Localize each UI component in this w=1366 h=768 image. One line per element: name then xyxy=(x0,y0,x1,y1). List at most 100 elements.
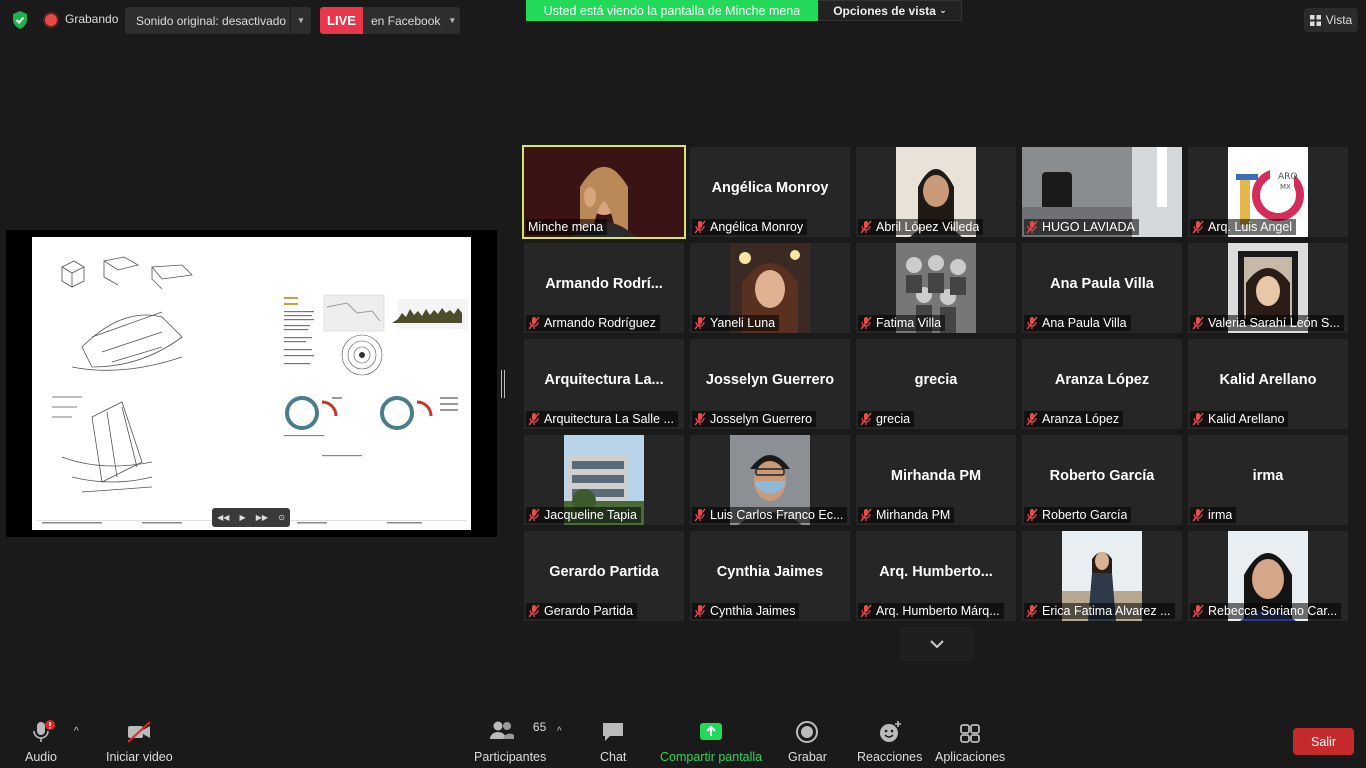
participant-tile[interactable]: ARQ MX Arq. Luis Angel xyxy=(1188,147,1348,237)
participant-tile[interactable]: Gerardo Partida Gerardo Partida xyxy=(524,531,684,621)
participant-name: Minche mena xyxy=(528,220,604,234)
participant-name: Yaneli Luna xyxy=(710,316,776,330)
participant-tile[interactable]: Abril López Villeda xyxy=(856,147,1016,237)
muted-mic-icon xyxy=(1192,604,1204,618)
participant-name-badge: Luis Carlos Franco Ec... xyxy=(692,507,848,523)
participant-display-name: Angélica Monroy xyxy=(711,180,829,196)
muted-mic-icon xyxy=(1026,220,1038,234)
participant-display-name: Mirhanda PM xyxy=(890,468,982,484)
participant-name: Cynthia Jaimes xyxy=(710,604,796,618)
chat-button[interactable]: Chat xyxy=(600,720,626,764)
participant-display-name: Gerardo Partida xyxy=(549,564,659,580)
participant-tile[interactable]: Ana Paula Villa Ana Paula Villa xyxy=(1022,243,1182,333)
participant-name: Fatima Villa xyxy=(876,316,942,330)
participant-name-badge: Angélica Monroy xyxy=(692,219,808,235)
muted-mic-icon xyxy=(1026,604,1038,618)
participant-tile[interactable]: irma irma xyxy=(1188,435,1348,525)
participant-tile[interactable]: Valeria Sarahí León S... xyxy=(1188,243,1348,333)
muted-mic-icon xyxy=(860,316,872,330)
participant-tile[interactable]: Armando Rodrí... Armando Rodríguez xyxy=(524,243,684,333)
chevron-down-icon: ⌄ xyxy=(939,5,947,15)
participant-name: Ana Paula Villa xyxy=(1042,316,1127,330)
reactions-label: Reacciones xyxy=(857,750,923,764)
live-target-button[interactable]: en Facebook ▼ xyxy=(363,7,460,34)
participant-tile[interactable]: Fatima Villa xyxy=(856,243,1016,333)
play-icon[interactable]: ▶ xyxy=(240,513,246,522)
rewind-icon[interactable]: ◀◀ xyxy=(217,513,229,522)
share-screen-button[interactable]: Compartir pantalla xyxy=(660,720,762,764)
leave-button[interactable]: Salir xyxy=(1293,728,1354,755)
participant-name: Arquitectura La Salle ... xyxy=(544,412,674,426)
participant-tile[interactable]: Yaneli Luna xyxy=(690,243,850,333)
participant-display-name: Kalid Arellano xyxy=(1219,372,1317,388)
view-options-button[interactable]: Opciones de vista ⌄ xyxy=(818,0,962,21)
participant-tile[interactable]: Arq. Humberto... Arq. Humberto Márq... xyxy=(856,531,1016,621)
next-page-button[interactable] xyxy=(900,627,974,661)
participant-name-badge: Aranza López xyxy=(1024,411,1124,427)
participant-name-badge: HUGO LAVIADA xyxy=(1024,219,1139,235)
participant-display-name: Roberto García xyxy=(1049,468,1155,484)
participant-tile[interactable]: Luis Carlos Franco Ec... xyxy=(690,435,850,525)
participant-tile[interactable]: Kalid Arellano Kalid Arellano xyxy=(1188,339,1348,429)
original-sound-button[interactable]: Sonido original: desactivado ▼ xyxy=(125,7,311,34)
chevron-up-icon[interactable]: ^ xyxy=(74,726,79,737)
participant-name-badge: Kalid Arellano xyxy=(1190,411,1289,427)
participant-name-badge: Arquitectura La Salle ... xyxy=(526,411,678,427)
participant-tile[interactable]: Arquitectura La... Arquitectura La Salle … xyxy=(524,339,684,429)
muted-mic-icon xyxy=(694,316,706,330)
participant-name: Roberto García xyxy=(1042,508,1128,522)
settings-icon[interactable]: ⊙ xyxy=(278,513,285,522)
muted-mic-icon xyxy=(1026,508,1038,522)
viewing-name: Minche mena xyxy=(725,3,801,18)
participant-name-badge: Josselyn Guerrero xyxy=(692,411,817,427)
participant-name: Abril López Villeda xyxy=(876,220,980,234)
chat-label: Chat xyxy=(600,750,627,764)
slide-playback-controls[interactable]: ◀◀ ▶ ▶▶ ⊙ xyxy=(212,508,290,527)
fast-forward-icon[interactable]: ▶▶ xyxy=(256,513,268,522)
reactions-button[interactable]: Reacciones xyxy=(857,720,922,764)
chevron-up-icon[interactable]: ^ xyxy=(557,726,562,737)
participants-button[interactable]: 65 Participantes xyxy=(474,720,546,764)
participant-tile[interactable]: HUGO LAVIADA xyxy=(1022,147,1182,237)
participant-tile[interactable]: Erica Fatima Alvarez ... xyxy=(1022,531,1182,621)
split-view-resize-handle[interactable] xyxy=(501,370,505,398)
participant-name: Valeria Sarahí León S... xyxy=(1208,316,1340,330)
video-off-icon xyxy=(127,721,152,743)
participant-tile[interactable]: Cynthia Jaimes Cynthia Jaimes xyxy=(690,531,850,621)
participant-display-name: Aranza López xyxy=(1054,372,1150,388)
chevron-down-icon[interactable]: ▼ xyxy=(290,7,311,34)
muted-mic-icon xyxy=(528,508,540,522)
participant-display-name: Arq. Humberto... xyxy=(879,564,993,580)
grid-icon xyxy=(1309,14,1321,26)
muted-mic-icon xyxy=(1192,316,1204,330)
shield-icon[interactable] xyxy=(10,10,30,30)
participant-tile[interactable]: Minche mena xyxy=(522,145,686,239)
view-button[interactable]: Vista xyxy=(1304,8,1358,32)
participant-tile[interactable]: Josselyn Guerrero Josselyn Guerrero xyxy=(690,339,850,429)
apps-button[interactable]: Aplicaciones xyxy=(935,720,1005,764)
participant-tile[interactable]: Mirhanda PM Mirhanda PM xyxy=(856,435,1016,525)
participant-name: Gerardo Partida xyxy=(544,604,633,618)
participant-tile[interactable]: Rebecca Soriano Car... xyxy=(1188,531,1348,621)
participant-display-name: Arquitectura La... xyxy=(544,372,664,388)
start-video-button[interactable]: Iniciar video xyxy=(106,720,173,764)
participant-tile[interactable]: Aranza López Aranza López xyxy=(1022,339,1182,429)
participant-name: Jacqueline Tapia xyxy=(544,508,637,522)
participant-tile[interactable]: grecia grecia xyxy=(856,339,1016,429)
live-badge: LIVE xyxy=(320,7,363,34)
participant-display-name: Armando Rodrí... xyxy=(545,276,663,292)
apps-label: Aplicaciones xyxy=(935,750,1006,764)
participant-tile[interactable]: Angélica Monroy Angélica Monroy xyxy=(690,147,850,237)
record-button[interactable]: Grabar xyxy=(788,720,827,764)
muted-mic-icon xyxy=(1192,508,1204,522)
chevron-down-icon: ▼ xyxy=(448,16,457,25)
audio-button[interactable]: Audio xyxy=(25,720,57,764)
participant-name-badge: Jacqueline Tapia xyxy=(526,507,641,523)
record-icon xyxy=(796,721,819,743)
audio-label: Audio xyxy=(25,750,57,764)
muted-mic-icon xyxy=(1026,316,1038,330)
participant-tile[interactable]: Jacqueline Tapia xyxy=(524,435,684,525)
recording-label[interactable]: Grabando xyxy=(65,12,118,26)
muted-mic-icon xyxy=(694,604,706,618)
participant-tile[interactable]: Roberto García Roberto García xyxy=(1022,435,1182,525)
